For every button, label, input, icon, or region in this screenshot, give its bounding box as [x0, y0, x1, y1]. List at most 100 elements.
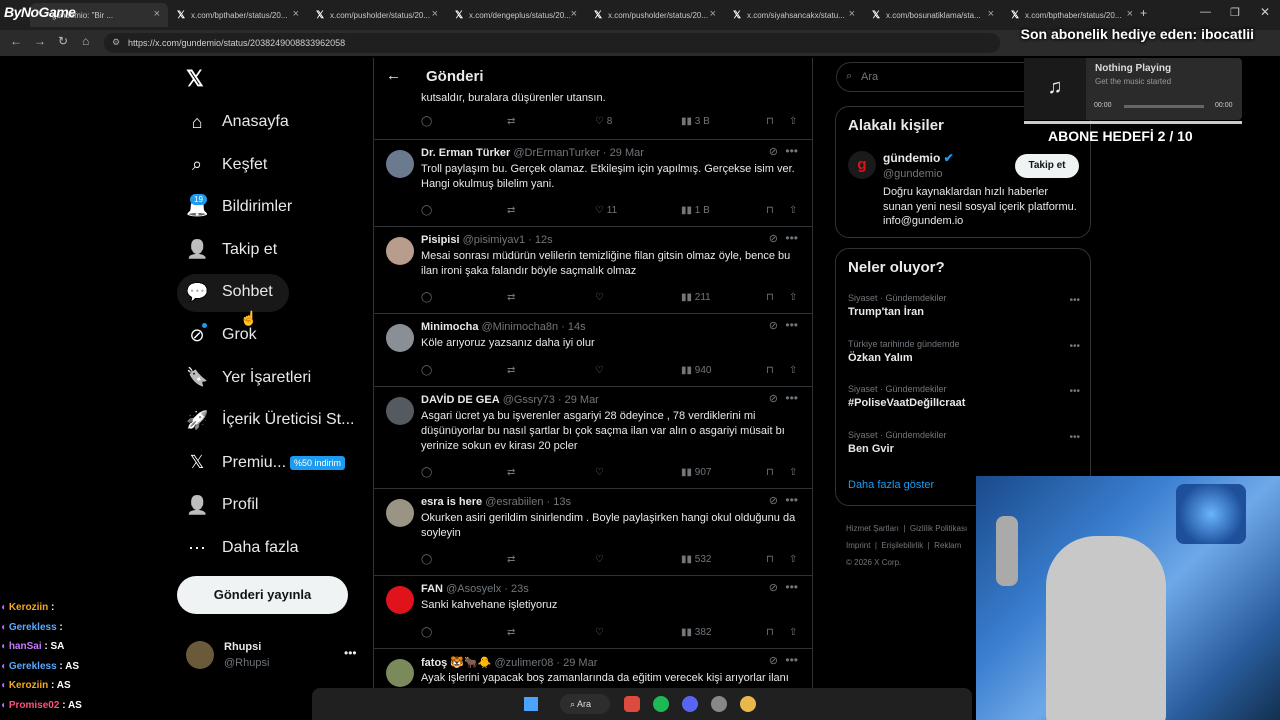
- trend-item[interactable]: Siyaset · Gündemdekiler Trump'tan İran •••: [848, 293, 1080, 318]
- sidebar-item-home[interactable]: ⌂ Anasayfa: [186, 101, 289, 143]
- avatar[interactable]: [386, 237, 414, 265]
- repost-icon[interactable]: ⇄: [507, 116, 515, 127]
- more-icon[interactable]: •••: [1069, 432, 1080, 443]
- share-icon[interactable]: ⇧: [789, 205, 797, 216]
- tweet[interactable]: DAVİD DE GEA @Gssry73 · 29 Mar ⊘ ••• Asgari…: [374, 387, 812, 489]
- sidebar-item-chat[interactable]: 💬 Sohbet: [186, 271, 273, 313]
- like-icon[interactable]: ♡: [595, 627, 604, 638]
- site-info-icon[interactable]: ⚙: [112, 37, 120, 48]
- views-icon[interactable]: ▮▮ 1 B: [681, 205, 710, 216]
- avatar[interactable]: [386, 659, 414, 687]
- browser-tab[interactable]: 𝕏x.com/dengeplus/status/20... ×: [447, 3, 585, 27]
- tweet-author[interactable]: Dr. Erman Türker: [421, 147, 510, 159]
- views-icon[interactable]: ▮▮ 211: [681, 292, 711, 303]
- share-icon[interactable]: ⇧: [789, 116, 797, 127]
- reload-icon[interactable]: ↻: [58, 34, 68, 48]
- tweet-handle[interactable]: @pisimiyav1: [463, 234, 526, 246]
- sidebar-item-bookmark[interactable]: 🔖 Yer İşaretleri: [186, 357, 311, 399]
- repost-icon[interactable]: ⇄: [507, 554, 515, 565]
- tweet[interactable]: esra is here @esrabiilen · 13s ⊘ ••• Okurke…: [374, 489, 812, 576]
- views-icon[interactable]: ▮▮ 907: [681, 467, 711, 478]
- tweet-handle[interactable]: @zulimer08: [495, 657, 554, 669]
- like-icon[interactable]: ♡: [595, 467, 604, 478]
- reply-icon[interactable]: ◯: [421, 627, 432, 638]
- premium-discount-badge[interactable]: %50 indirim: [290, 456, 346, 470]
- sidebar-item-rocket[interactable]: 🚀 İçerik Üreticisi St...: [186, 399, 354, 441]
- bookmark-icon[interactable]: ⊓: [766, 292, 774, 303]
- reply-icon[interactable]: ◯: [421, 365, 432, 376]
- more-icon[interactable]: •••: [785, 231, 798, 245]
- close-tab-icon[interactable]: ×: [432, 8, 438, 20]
- footer-ads[interactable]: Reklam: [934, 541, 961, 550]
- sidebar-item-person-add[interactable]: 👤 Takip et: [186, 229, 277, 271]
- close-tab-icon[interactable]: ×: [293, 8, 299, 20]
- views-icon[interactable]: ▮▮ 940: [681, 365, 711, 376]
- more-icon[interactable]: •••: [785, 580, 798, 594]
- grok-icon[interactable]: ⊘: [769, 581, 778, 594]
- tweet-author[interactable]: esra is here: [421, 496, 482, 508]
- grok-icon[interactable]: ⊘: [769, 319, 778, 332]
- account-switcher[interactable]: Rhupsi @Rhupsi •••: [186, 640, 366, 680]
- chrome-profile-icon[interactable]: [740, 696, 756, 712]
- footer-privacy[interactable]: Gizlilik Politikası: [910, 524, 967, 533]
- tweet[interactable]: FAN @Asosyelx · 23s ⊘ ••• Sanki kahvehane i…: [374, 576, 812, 649]
- more-icon[interactable]: •••: [785, 318, 798, 332]
- repost-icon[interactable]: ⇄: [507, 467, 515, 478]
- browser-tab[interactable]: 𝕏x.com/pusholder/status/20... ×: [308, 3, 446, 27]
- sidebar-item-person[interactable]: 👤 Profil: [186, 484, 258, 526]
- tweet-handle[interactable]: @Asosyelx: [446, 583, 501, 595]
- footer-terms[interactable]: Hizmet Şartları: [846, 524, 899, 533]
- sidebar-item-more-circle[interactable]: ⋯ Daha fazla: [186, 527, 299, 569]
- close-tab-icon[interactable]: ×: [849, 8, 855, 20]
- more-icon[interactable]: •••: [785, 653, 798, 667]
- app-icon[interactable]: [711, 696, 727, 712]
- more-icon[interactable]: •••: [1069, 341, 1080, 352]
- avatar[interactable]: [386, 586, 414, 614]
- more-icon[interactable]: •••: [344, 646, 357, 660]
- discord-icon[interactable]: [682, 696, 698, 712]
- avatar[interactable]: [386, 324, 414, 352]
- views-icon[interactable]: ▮▮ 3 B: [681, 116, 710, 127]
- grok-icon[interactable]: ⊘: [769, 392, 778, 405]
- spotify-icon[interactable]: [653, 696, 669, 712]
- tweet-handle[interactable]: @DrErmanTurker: [513, 147, 600, 159]
- browser-tab[interactable]: 𝕏x.com/bpthaber/status/20... ×: [169, 3, 307, 27]
- tweet[interactable]: Minimocha @Minimocha8n · 14s ⊘ ••• Köle arı…: [374, 314, 812, 387]
- avatar[interactable]: [386, 397, 414, 425]
- reply-icon[interactable]: ◯: [421, 554, 432, 565]
- grok-icon[interactable]: ⊘: [769, 232, 778, 245]
- browser-tab[interactable]: 𝕏x.com/pusholder/status/20... ×: [586, 3, 724, 27]
- tweet-handle[interactable]: @Gssry73: [503, 394, 555, 406]
- trend-item[interactable]: Siyaset · Gündemdekiler Ben Gvir •••: [848, 430, 1080, 455]
- repost-icon[interactable]: ⇄: [507, 292, 515, 303]
- grok-icon[interactable]: ⊘: [769, 494, 778, 507]
- like-icon[interactable]: ♡: [595, 554, 604, 565]
- person-name[interactable]: gündemio: [883, 151, 940, 165]
- browser-tab[interactable]: 𝕏x.com/siyahsancakx/statu... ×: [725, 3, 863, 27]
- home-browser-icon[interactable]: ⌂: [82, 34, 89, 48]
- sidebar-item-search[interactable]: ⌕ Keşfet: [186, 144, 267, 186]
- share-icon[interactable]: ⇧: [789, 292, 797, 303]
- browser-tab[interactable]: 𝕏x.com/bpthaber/status/20... ×: [1003, 3, 1141, 27]
- show-more-link[interactable]: Daha fazla göster: [848, 479, 934, 491]
- chrome-icon[interactable]: [624, 696, 640, 712]
- more-icon[interactable]: •••: [785, 144, 798, 158]
- back-icon[interactable]: ←: [10, 34, 22, 48]
- close-tab-icon[interactable]: ×: [1127, 8, 1133, 20]
- maximize-icon[interactable]: ❐: [1230, 6, 1240, 19]
- repost-icon[interactable]: ⇄: [507, 365, 515, 376]
- browser-tab[interactable]: 𝕏x.com/bosunatiklama/sta... ×: [864, 3, 1002, 27]
- tweet[interactable]: Dr. Erman Türker @DrErmanTurker · 29 Mar…: [374, 140, 812, 227]
- tweet-handle[interactable]: @Minimocha8n: [482, 321, 559, 333]
- footer-imprint[interactable]: Imprint: [846, 541, 870, 550]
- taskbar-search[interactable]: ⌕ Ara: [560, 694, 610, 714]
- reply-icon[interactable]: ◯: [421, 116, 432, 127]
- share-icon[interactable]: ⇧: [789, 365, 797, 376]
- sidebar-item-bell[interactable]: 🔔 Bildirimler: [186, 186, 292, 228]
- close-tab-icon[interactable]: ×: [710, 8, 716, 20]
- close-tab-icon[interactable]: ×: [154, 8, 160, 20]
- tweet-author[interactable]: Pisipisi: [421, 234, 460, 246]
- reply-icon[interactable]: ◯: [421, 292, 432, 303]
- gundemio-avatar[interactable]: g: [848, 151, 876, 179]
- trend-item[interactable]: Türkiye tarihinde gündemde Özkan Yalım •••: [848, 339, 1080, 364]
